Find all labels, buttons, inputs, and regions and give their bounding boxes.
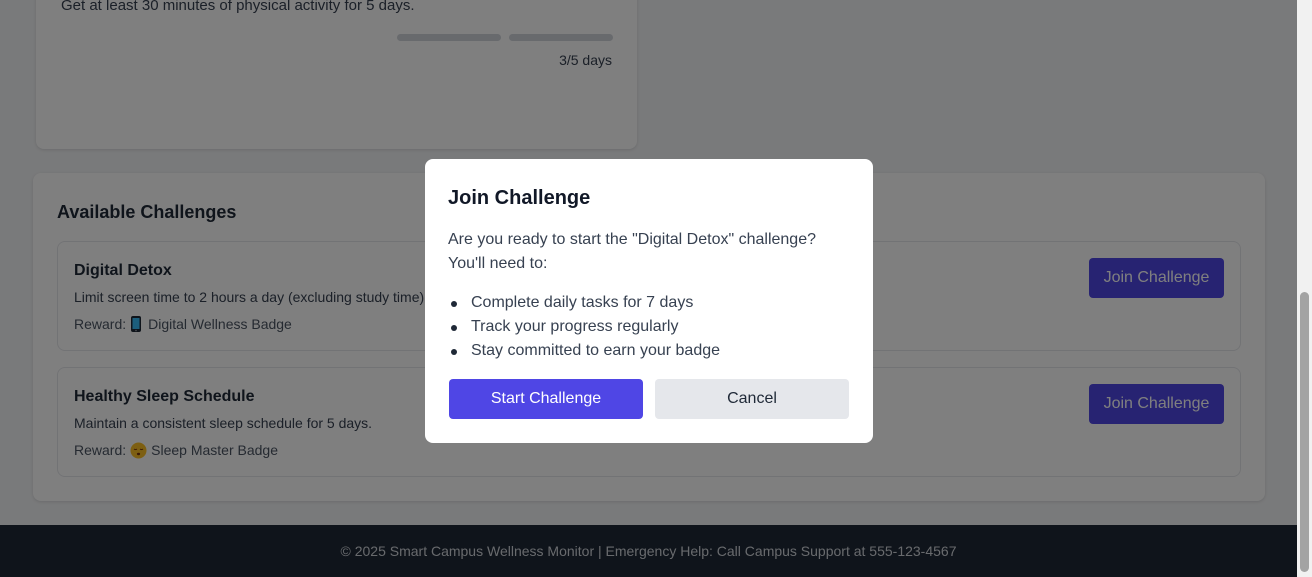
list-item: Track your progress regularly bbox=[448, 315, 720, 339]
modal-requirements-list: Complete daily tasks for 7 days Track yo… bbox=[448, 291, 720, 363]
cancel-button[interactable]: Cancel bbox=[655, 379, 849, 419]
vertical-scrollbar[interactable] bbox=[1297, 0, 1312, 577]
join-challenge-modal: Join Challenge Are you ready to start th… bbox=[425, 159, 873, 443]
start-challenge-button[interactable]: Start Challenge bbox=[449, 379, 643, 419]
list-item-text: Track your progress regularly bbox=[471, 318, 679, 335]
bullet-icon bbox=[451, 301, 457, 307]
bullet-icon bbox=[451, 325, 457, 331]
modal-title: Join Challenge bbox=[448, 187, 591, 209]
list-item-text: Stay committed to earn your badge bbox=[471, 342, 721, 359]
list-item: Stay committed to earn your badge bbox=[448, 339, 720, 363]
bullet-icon bbox=[451, 349, 457, 355]
page: Get at least 30 minutes of physical acti… bbox=[0, 0, 1297, 577]
modal-body-text: Are you ready to start the "Digital Deto… bbox=[448, 231, 816, 272]
scrollbar-thumb[interactable] bbox=[1300, 292, 1309, 572]
list-item: Complete daily tasks for 7 days bbox=[448, 291, 720, 315]
list-item-text: Complete daily tasks for 7 days bbox=[471, 294, 694, 311]
